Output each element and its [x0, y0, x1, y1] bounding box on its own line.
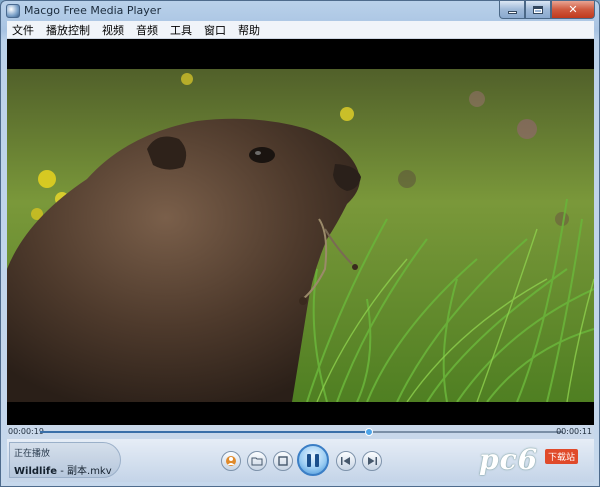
media-library-button[interactable] — [221, 451, 241, 471]
minimize-button[interactable] — [499, 1, 525, 19]
previous-icon — [341, 457, 350, 465]
remaining-time: 00:00:11 — [556, 427, 592, 436]
previous-button[interactable] — [336, 451, 356, 471]
menu-bar: 文件 播放控制 视频 音频 工具 窗口 帮助 — [7, 21, 594, 39]
menu-video[interactable]: 视频 — [102, 22, 124, 38]
file-name: Wildlife - 副本.mkv — [14, 462, 112, 477]
menu-audio[interactable]: 音频 — [136, 22, 158, 38]
watermark-badge: 下载站 — [545, 449, 579, 464]
window-title: Macgo Free Media Player — [24, 4, 162, 17]
menu-help[interactable]: 帮助 — [238, 22, 260, 38]
menu-window[interactable]: 窗口 — [204, 22, 226, 38]
site-watermark: pc6 下载站 — [479, 443, 589, 479]
watermark-logo-text: pc6 — [479, 443, 539, 476]
open-folder-icon — [251, 457, 263, 466]
playback-status: 正在播放 — [14, 449, 51, 459]
seek-bar-progress — [40, 431, 370, 433]
video-area[interactable] — [7, 39, 594, 425]
menu-file[interactable]: 文件 — [12, 22, 34, 38]
video-frame-image — [7, 69, 594, 402]
elapsed-time: 00:00:19 — [8, 427, 44, 436]
window-controls: ✕ — [499, 1, 595, 19]
maximize-button[interactable] — [525, 1, 551, 19]
minimize-icon — [507, 11, 517, 14]
close-icon: ✕ — [568, 3, 578, 16]
menu-tools[interactable]: 工具 — [170, 22, 192, 38]
open-file-button[interactable] — [247, 451, 267, 471]
pause-icon — [307, 453, 319, 467]
seek-bar[interactable] — [40, 428, 563, 436]
file-title: Wildlife — [14, 466, 58, 477]
close-button[interactable]: ✕ — [551, 1, 595, 19]
video-frame — [7, 69, 594, 402]
maximize-icon — [533, 5, 543, 14]
seek-thumb[interactable] — [365, 428, 374, 436]
app-icon — [6, 4, 20, 18]
seek-bar-row: 00:00:19 00:00:11 — [7, 425, 594, 439]
now-playing-panel: 正在播放 Wildlife - 副本.mkv — [9, 442, 121, 478]
player-window: Macgo Free Media Player ✕ 文件 播放控制 视频 音频 … — [0, 0, 600, 487]
menu-playback[interactable]: 播放控制 — [46, 22, 90, 38]
media-library-icon — [226, 456, 236, 466]
title-bar[interactable]: Macgo Free Media Player ✕ — [1, 1, 599, 21]
next-button[interactable] — [362, 451, 382, 471]
stop-button[interactable] — [273, 451, 293, 471]
file-suffix: - 副本.mkv — [57, 466, 112, 477]
next-icon — [368, 457, 377, 465]
play-pause-button[interactable] — [297, 444, 329, 476]
stop-icon — [278, 456, 288, 466]
